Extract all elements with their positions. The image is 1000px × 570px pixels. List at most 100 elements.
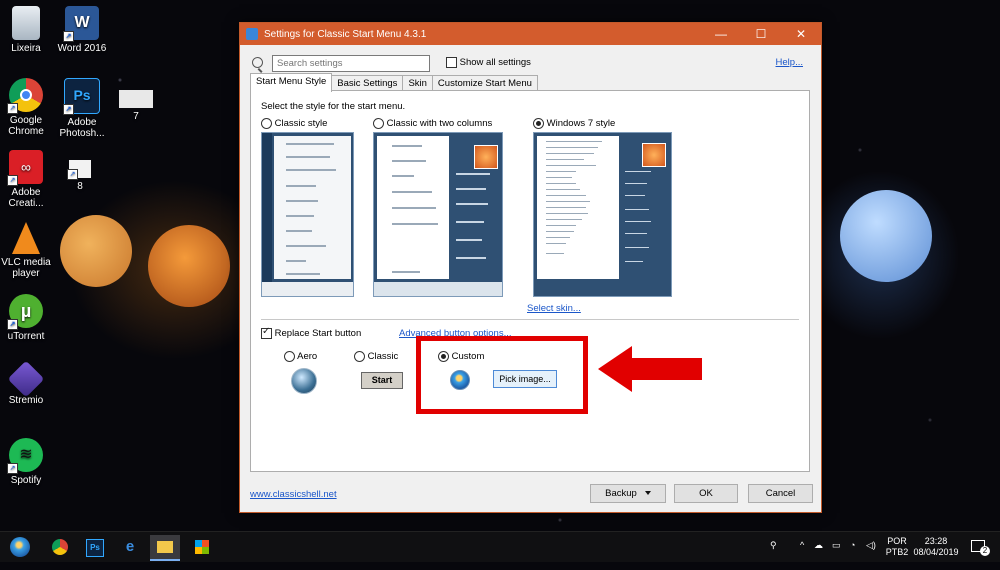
aero-start-orb-icon: [291, 368, 317, 394]
classic-style-label: Classic style: [274, 118, 328, 130]
classic-style-radio[interactable]: [261, 118, 272, 129]
file-8-icon: ↗: [67, 160, 91, 180]
two-columns-style-option[interactable]: Classic with two columns: [373, 118, 492, 129]
close-button[interactable]: ✕: [781, 23, 821, 45]
clock[interactable]: 23:28 08/04/2019: [912, 536, 960, 566]
stremio-icon: [7, 360, 45, 398]
show-all-checkbox-box[interactable]: [446, 57, 457, 68]
help-link[interactable]: Help...: [776, 57, 803, 68]
chrome-icon: [52, 539, 68, 555]
creative-cloud-icon: ∞ ↗: [7, 150, 43, 186]
show-all-settings-checkbox[interactable]: Show all settings: [446, 57, 531, 68]
classic-style-preview[interactable]: [261, 132, 354, 297]
aero-label: Aero: [297, 351, 318, 363]
wallpaper-cookie-creature: [60, 215, 132, 287]
aero-button-option[interactable]: Aero: [284, 351, 317, 362]
desktop-icon-word[interactable]: W ↗ Word 2016: [50, 6, 114, 54]
window-titlebar[interactable]: Settings for Classic Start Menu 4.3.1 — …: [240, 23, 821, 45]
two-columns-style-preview[interactable]: [373, 132, 503, 297]
desktop-icon-label: Adobe Photosh...: [59, 117, 105, 139]
action-center-button[interactable]: 2: [970, 538, 990, 556]
clock-date: 08/04/2019: [913, 547, 959, 557]
window-title: Settings for Classic Start Menu 4.3.1: [264, 28, 427, 40]
two-columns-style-radio[interactable]: [373, 118, 384, 129]
taskbar-edge[interactable]: e: [118, 536, 142, 558]
desktop-icon-spotify[interactable]: ≋ ↗ Spotify: [0, 438, 58, 486]
show-all-label: Show all settings: [459, 57, 531, 69]
desktop-icon-label: Stremio: [8, 395, 44, 406]
utorrent-icon: µ ↗: [7, 294, 43, 330]
onedrive-icon[interactable]: ☁: [814, 540, 823, 570]
language-top: POR: [887, 536, 907, 546]
search-settings-input[interactable]: [272, 55, 430, 72]
desktop-icon-label: Google Chrome: [8, 115, 44, 137]
photoshop-icon: Ps ↗: [63, 78, 100, 115]
wallpaper-sun-creature: [148, 225, 230, 307]
file-7-icon: [119, 90, 153, 108]
replace-start-button-option[interactable]: Replace Start button: [261, 326, 362, 340]
clock-time: 23:28: [924, 536, 948, 546]
start-button[interactable]: [6, 536, 34, 558]
network-icon[interactable]: ◔: [850, 540, 855, 570]
classic-radio[interactable]: [354, 351, 365, 362]
people-icon[interactable]: ⚲: [770, 540, 777, 570]
select-skin-link[interactable]: Select skin...: [527, 303, 581, 314]
desktop-icon-stremio[interactable]: Stremio: [0, 360, 58, 406]
classic-label: Classic: [367, 351, 399, 363]
volume-icon[interactable]: ◁): [866, 540, 876, 570]
notification-count: 2: [980, 546, 990, 556]
settings-window: Settings for Classic Start Menu 4.3.1 — …: [239, 22, 822, 513]
minimize-icon: —: [715, 27, 727, 41]
classicshell-website-link[interactable]: www.classicshell.net: [250, 489, 337, 500]
maximize-button[interactable]: ☐: [741, 23, 781, 45]
settings-tabs: Start Menu Style Basic Settings Skin Cus…: [250, 73, 538, 92]
desktop-icon-label: Adobe Creati...: [8, 187, 44, 209]
tab-start-menu-style[interactable]: Start Menu Style: [250, 73, 333, 92]
start-menu-style-panel: Select the style for the start menu. Cla…: [250, 90, 810, 472]
taskbar-store[interactable]: [190, 536, 214, 558]
ok-button[interactable]: OK: [674, 484, 738, 503]
vlc-icon: [12, 222, 40, 254]
desktop-icon-label: uTorrent: [7, 331, 45, 342]
spotify-icon: ≋ ↗: [7, 438, 43, 474]
desktop-icon-utorrent[interactable]: µ ↗ uTorrent: [0, 294, 58, 342]
taskbar-chrome[interactable]: [48, 536, 72, 558]
classic-style-option[interactable]: Classic style: [261, 118, 327, 129]
taskbar-photoshop[interactable]: Ps: [82, 536, 106, 558]
edge-icon: e: [125, 538, 135, 555]
desktop-icon-vlc[interactable]: VLC media player: [0, 222, 58, 279]
store-icon: [195, 540, 209, 554]
minimize-button[interactable]: —: [701, 23, 741, 45]
desktop-icon-file-8[interactable]: ↗ 8: [48, 160, 112, 192]
desktop-icon-label: Lixeira: [11, 43, 41, 54]
classic-shell-app-icon: [246, 28, 258, 40]
desktop-icon-label: 7: [133, 111, 139, 122]
battery-icon[interactable]: ▭: [832, 540, 841, 570]
close-icon: ✕: [795, 27, 807, 41]
taskbar-file-explorer[interactable]: [150, 535, 180, 561]
show-hidden-icons-icon[interactable]: ^: [800, 540, 804, 570]
dropdown-arrow-icon: [644, 491, 651, 496]
photoshop-icon: Ps: [86, 539, 104, 557]
language-indicator[interactable]: POR PTB2: [884, 536, 910, 566]
windows7-style-option[interactable]: Windows 7 style: [533, 118, 615, 129]
maximize-icon: ☐: [755, 27, 767, 41]
backup-label: Backup: [605, 488, 637, 499]
replace-start-checkbox[interactable]: [261, 326, 272, 339]
windows7-style-radio[interactable]: [533, 118, 544, 129]
two-columns-style-label: Classic with two columns: [386, 118, 493, 130]
backup-button[interactable]: Backup: [590, 484, 666, 503]
word-icon: W ↗: [63, 6, 99, 42]
windows7-style-preview[interactable]: [533, 132, 672, 297]
cancel-button[interactable]: Cancel: [748, 484, 813, 503]
desktop-icon-label: Word 2016: [57, 43, 107, 54]
wallpaper-moon-creature: [840, 190, 932, 282]
desktop-icon-file-7[interactable]: 7: [104, 90, 168, 122]
settings-toolbar: Show all settings Help...: [248, 55, 813, 73]
recycle-bin-icon: [12, 6, 40, 40]
replace-start-label: Replace Start button: [274, 328, 362, 340]
aero-radio[interactable]: [284, 351, 295, 362]
annotation-arrow-icon: [598, 346, 702, 392]
classic-button-option[interactable]: Classic: [354, 351, 398, 362]
windows7-style-label: Windows 7 style: [546, 118, 616, 130]
